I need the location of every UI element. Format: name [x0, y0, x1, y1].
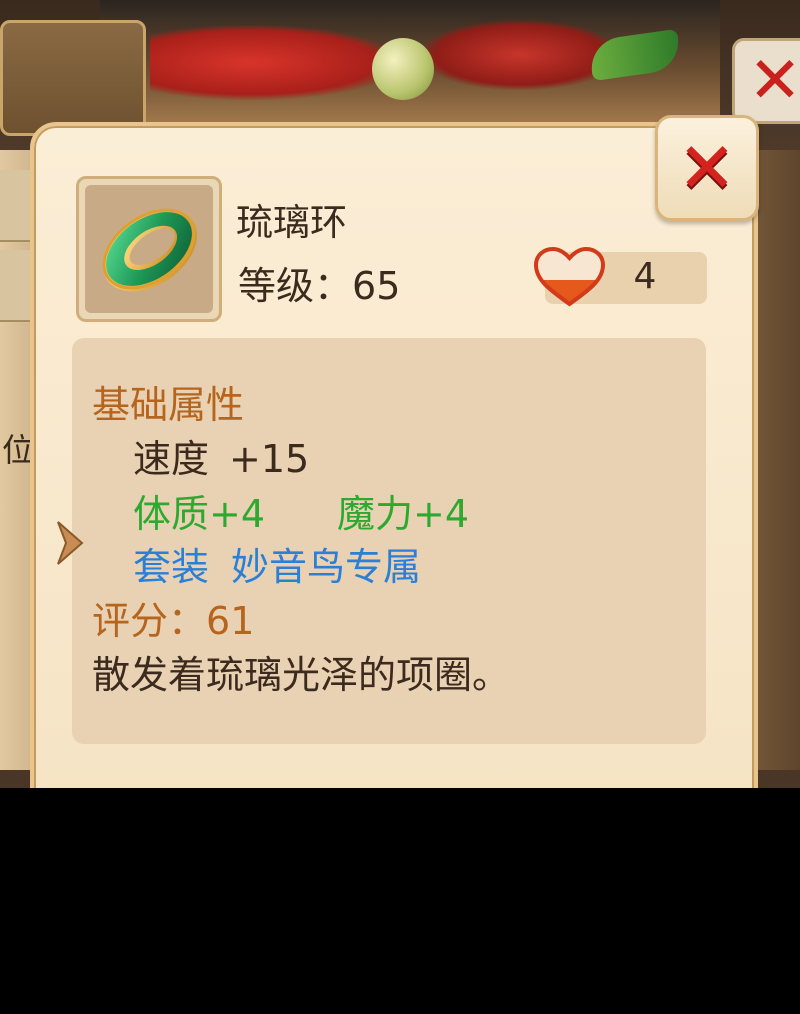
score-label: 评分：: [92, 599, 207, 643]
item-score: 评分：61: [92, 590, 254, 645]
stat-speed: 速度 +15: [133, 428, 309, 483]
set-value: 妙音鸟专属: [231, 545, 422, 589]
close-icon: ✕: [677, 127, 737, 209]
red-ribbon-decoration: [150, 25, 400, 100]
level-value: 65: [352, 264, 401, 308]
red-ribbon-decoration-right: [420, 20, 620, 90]
favor-value: 4: [633, 256, 657, 297]
stat-name: 速度: [133, 437, 210, 481]
background-panel: [0, 20, 146, 136]
item-name: 琉璃环: [236, 201, 347, 244]
close-icon: ✕: [748, 44, 800, 118]
stat-value: +15: [229, 437, 310, 481]
game-scene: ✕ 位 ✕ 琉璃环 等级：65 4 基础属性 速度 +15 体质+4 魔力+4 …: [0, 0, 800, 788]
score-value: 61: [206, 599, 255, 643]
set-label: 套装: [133, 545, 210, 589]
bonus-constitution: 体质+4: [133, 492, 266, 536]
heart-icon: [533, 246, 606, 307]
bonus-magic: 魔力+4: [337, 492, 470, 536]
section-title: 基础属性: [92, 383, 245, 427]
background-close-button[interactable]: ✕: [732, 38, 800, 124]
level-label: 等级：: [238, 264, 353, 308]
close-button[interactable]: ✕: [655, 115, 759, 221]
item-icon-frame: [76, 176, 222, 322]
chevron-right-icon[interactable]: [52, 518, 92, 568]
flavor-text: 散发着琉璃光泽的项圈。: [92, 653, 511, 697]
item-level: 等级：65: [238, 255, 400, 310]
set-info: 套装 妙音鸟专属: [133, 536, 421, 591]
orb-decoration: [372, 38, 434, 100]
jade-ring-icon: [102, 208, 197, 292]
